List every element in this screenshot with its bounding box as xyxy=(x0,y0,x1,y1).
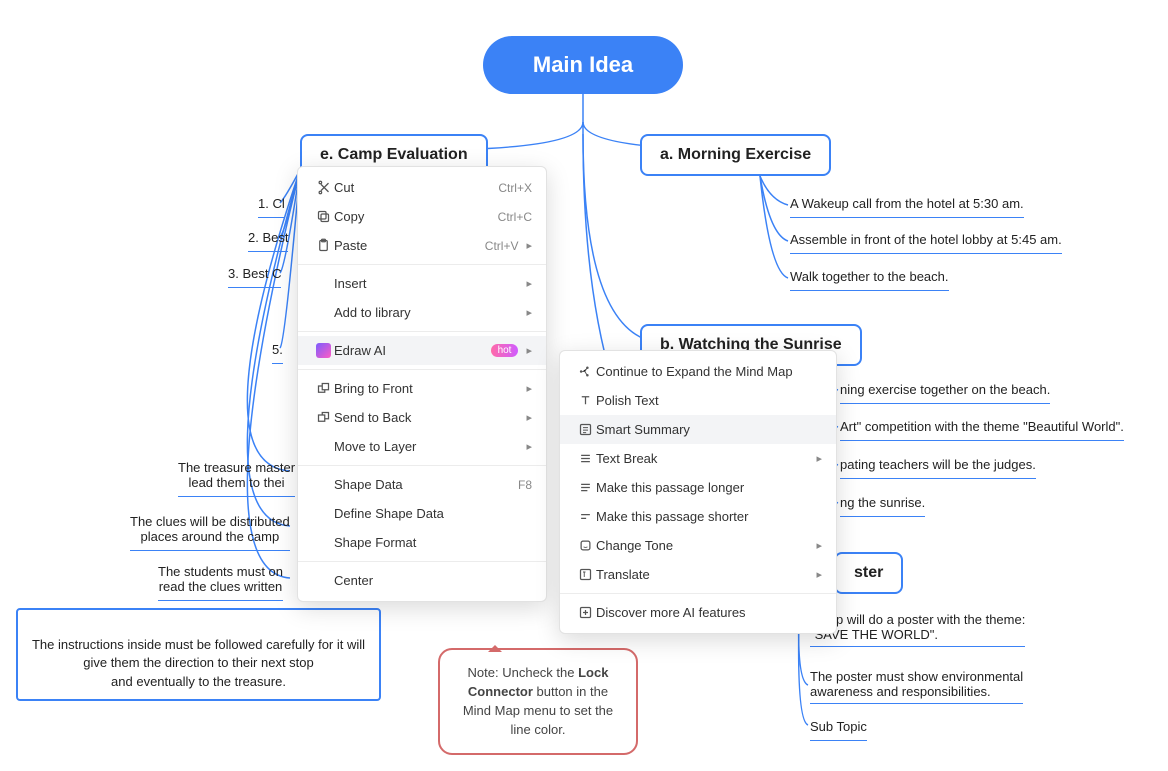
leaf-b-3[interactable]: ng the sunrise. xyxy=(840,491,925,517)
leaf-e-1[interactable]: 2. Best xyxy=(248,226,288,252)
leaf-b-1[interactable]: Art" competition with the theme "Beautif… xyxy=(840,415,1124,441)
chevron-right-icon: ▸ xyxy=(526,306,532,319)
ai-change-tone[interactable]: Change Tone ▸ xyxy=(560,531,836,560)
shorter-icon xyxy=(574,509,596,524)
chevron-right-icon: ▸ xyxy=(816,452,822,465)
ai-smart-summary[interactable]: Smart Summary xyxy=(560,415,836,444)
leaf-left-2[interactable]: The students must on read the clues writ… xyxy=(158,560,283,601)
note-text: Note: Uncheck the Lock Connector button … xyxy=(463,665,613,737)
text-icon xyxy=(574,393,596,408)
longer-icon xyxy=(574,480,596,495)
branch-c[interactable]: ster xyxy=(834,552,903,594)
leaf-a-2[interactable]: Walk together to the beach. xyxy=(790,265,949,291)
copy-icon xyxy=(312,209,334,224)
send-back-icon xyxy=(312,410,334,425)
leaf-instructions[interactable]: The instructions inside must be followed… xyxy=(16,608,381,701)
menu-shape-format[interactable]: Shape Format xyxy=(298,528,546,557)
menu-shape-data[interactable]: Shape Data F8 xyxy=(298,470,546,499)
branch-a[interactable]: a. Morning Exercise xyxy=(640,134,831,176)
ai-translate[interactable]: Translate ▸ xyxy=(560,560,836,589)
branch-label: ster xyxy=(854,564,883,581)
context-menu: Cut Ctrl+X Copy Ctrl+C Paste Ctrl+V ▸ In… xyxy=(297,166,547,602)
menu-move-to-layer[interactable]: Move to Layer ▸ xyxy=(298,432,546,461)
scissors-icon xyxy=(312,180,334,195)
branch-label: a. Morning Exercise xyxy=(660,146,811,163)
chevron-right-icon: ▸ xyxy=(526,277,532,290)
menu-insert[interactable]: Insert ▸ xyxy=(298,269,546,298)
ai-text-break[interactable]: Text Break ▸ xyxy=(560,444,836,473)
menu-center[interactable]: Center xyxy=(298,566,546,595)
chevron-right-icon: ▸ xyxy=(526,239,532,252)
branch-label: e. Camp Evaluation xyxy=(320,146,468,163)
ai-expand[interactable]: Continue to Expand the Mind Map xyxy=(560,357,836,386)
chevron-right-icon: ▸ xyxy=(526,440,532,453)
ai-discover-more[interactable]: Discover more AI features xyxy=(560,598,836,627)
ai-make-longer[interactable]: Make this passage longer xyxy=(560,473,836,502)
chevron-right-icon: ▸ xyxy=(816,539,822,552)
menu-copy[interactable]: Copy Ctrl+C xyxy=(298,202,546,231)
plus-icon xyxy=(574,605,596,620)
tone-icon xyxy=(574,538,596,553)
menu-paste[interactable]: Paste Ctrl+V ▸ xyxy=(298,231,546,260)
chevron-right-icon: ▸ xyxy=(526,344,532,357)
leaf-b-2[interactable]: pating teachers will be the judges. xyxy=(840,453,1036,479)
leaf-c-0[interactable]: group will do a poster with the theme: "… xyxy=(810,608,1025,653)
expand-icon xyxy=(574,364,596,379)
chevron-right-icon: ▸ xyxy=(816,568,822,581)
ai-make-shorter[interactable]: Make this passage shorter xyxy=(560,502,836,531)
ai-icon xyxy=(312,343,334,358)
leaf-e-3[interactable]: 5. xyxy=(272,338,283,364)
menu-edraw-ai[interactable]: Edraw AI hot ▸ xyxy=(298,336,546,365)
bring-front-icon xyxy=(312,381,334,396)
translate-icon xyxy=(574,567,596,582)
leaf-left-1[interactable]: The clues will be distributed places aro… xyxy=(130,510,290,551)
paste-icon xyxy=(312,238,334,253)
menu-define-shape-data[interactable]: Define Shape Data xyxy=(298,499,546,528)
leaf-e-0[interactable]: 1. Cl xyxy=(258,192,285,218)
leaf-e-2[interactable]: 3. Best C xyxy=(228,262,281,288)
menu-bring-to-front[interactable]: Bring to Front ▸ xyxy=(298,374,546,403)
summary-icon xyxy=(574,422,596,437)
leaf-a-0[interactable]: A Wakeup call from the hotel at 5:30 am. xyxy=(790,192,1024,218)
root-node[interactable]: Main Idea xyxy=(483,36,683,94)
hot-badge: hot xyxy=(491,344,519,357)
menu-send-to-back[interactable]: Send to Back ▸ xyxy=(298,403,546,432)
menu-add-to-library[interactable]: Add to library ▸ xyxy=(298,298,546,327)
leaf-left-0[interactable]: The treasure master lead them to thei xyxy=(178,456,295,497)
leaf-b-0[interactable]: ning exercise together on the beach. xyxy=(840,378,1050,404)
note-callout[interactable]: Note: Uncheck the Lock Connector button … xyxy=(438,648,638,755)
leaf-a-1[interactable]: Assemble in front of the hotel lobby at … xyxy=(790,228,1062,254)
leaf-c-1[interactable]: The poster must show environmental aware… xyxy=(810,665,1023,710)
list-icon xyxy=(574,451,596,466)
chevron-right-icon: ▸ xyxy=(526,411,532,424)
menu-cut[interactable]: Cut Ctrl+X xyxy=(298,173,546,202)
leaf-c-2[interactable]: Sub Topic xyxy=(810,715,867,741)
ai-submenu: Continue to Expand the Mind Map Polish T… xyxy=(559,350,837,634)
chevron-right-icon: ▸ xyxy=(526,382,532,395)
root-label: Main Idea xyxy=(533,52,633,78)
ai-polish-text[interactable]: Polish Text xyxy=(560,386,836,415)
